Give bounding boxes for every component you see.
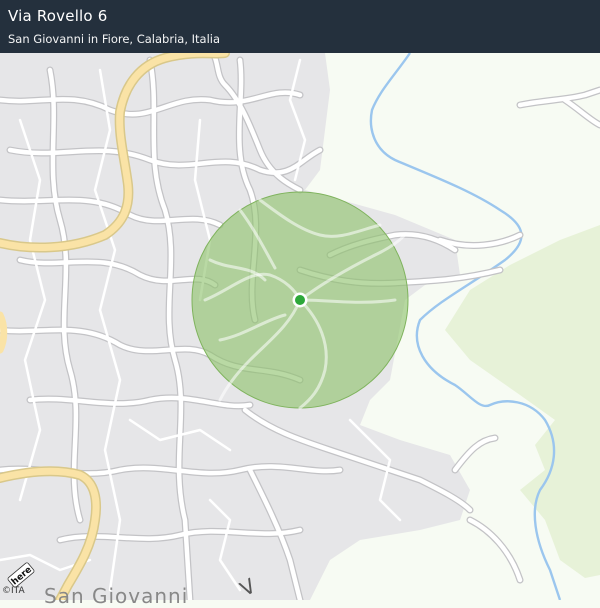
location-header: Via Rovello 6 San Giovanni in Fiore, Cal… <box>0 0 600 53</box>
place-subtitle: San Giovanni in Fiore, Calabria, Italia <box>8 32 221 46</box>
map-copyright: ©ITA <box>2 586 25 596</box>
map-place-label: San Giovanni <box>44 584 189 608</box>
map-canvas[interactable] <box>0 0 600 600</box>
location-dot[interactable] <box>295 295 305 305</box>
here-logo-icon[interactable]: here <box>5 562 37 588</box>
place-title: Via Rovello 6 <box>8 7 108 25</box>
